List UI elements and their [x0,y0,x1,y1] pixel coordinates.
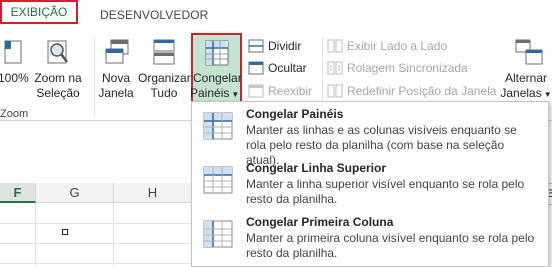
column-header-f[interactable]: F [0,183,36,203]
split-button[interactable]: Dividir [248,37,301,55]
switch-windows-label-1: Alternar [504,71,548,85]
reset-window-label: Redefinir Posição da Janela [347,84,497,98]
arrange-all-label-2: Tudo [150,86,178,100]
split-label: Dividir [268,39,302,53]
new-window-label-1: Nova [101,71,130,85]
freeze-panes-label-2: Painéis [190,86,230,100]
reset-window-icon [327,84,343,98]
gridline [0,243,192,244]
freeze-panes-label-2-wrap: Painéis ▼ [190,86,240,102]
view-side-by-side-button[interactable]: Exibir Lado a Lado [327,37,447,55]
group-zoom-label: Zoom [0,108,29,120]
zoom-100-label: 100% [0,71,29,85]
gridline [0,263,192,264]
zoom-selection-label-2: Seleção [36,86,80,100]
chevron-down-icon: ▼ [543,90,552,99]
tab-desenvolvedor[interactable]: DESENVOLVEDOR [100,8,208,22]
side-by-side-label: Exibir Lado a Lado [347,39,448,53]
freeze-panes-label-1: Congelar [193,71,242,85]
unhide-label: Reexibir [268,84,313,98]
side-by-side-icon [327,39,343,53]
hide-window-icon [248,61,264,75]
gridline [0,223,192,224]
new-window-button[interactable]: Nova Janela [96,33,136,105]
sync-scroll-label: Rolagem Sincronizada [347,61,468,75]
reset-window-position-button[interactable]: Redefinir Posição da Janela [327,82,496,100]
switch-windows-button[interactable]: Alternar Janelas ▼ [500,33,552,105]
column-header-g[interactable]: G [36,183,114,203]
zoom-100-icon [4,40,22,64]
freeze-top-row-icon [203,166,233,194]
sync-scroll-button[interactable]: Rolagem Sincronizada [327,59,468,77]
menu-item-title: Congelar Primeira Coluna [246,215,394,229]
arrange-all-label-1: Organizar [138,71,191,85]
zoom-100-button[interactable]: 100% [0,33,29,105]
sync-scroll-icon [327,61,343,75]
chevron-down-icon: ▼ [231,90,240,99]
switch-windows-icon [515,39,543,65]
tab-desenvolvedor-label: DESENVOLVEDOR [100,8,209,22]
tab-exibicao[interactable]: EXIBIÇÃO [0,0,78,24]
group-separator [94,37,95,117]
hide-button[interactable]: Ocultar [248,59,307,77]
zoom-selection-label-1: Zoom na [34,71,82,85]
freeze-panes-button[interactable]: Congelar Painéis ▼ [190,33,242,106]
freeze-first-column-icon [203,220,233,248]
menu-item-freeze-first-column[interactable]: Congelar Primeira Coluna Manter a primei… [192,210,548,263]
column-header-g-label: G [69,185,80,200]
zoom-selection-icon [47,40,68,64]
column-header-h[interactable]: H [114,183,192,203]
gridline [35,203,36,266]
switch-windows-label-2-wrap: Janelas ▼ [500,86,552,102]
menu-item-freeze-top-row[interactable]: Congelar Linha Superior Manter a linha s… [192,156,548,209]
unhide-window-icon [248,84,264,98]
menu-item-description: Manter a linha superior visível enquanto… [246,177,525,206]
new-window-label-2: Janela [98,86,134,100]
new-window-icon [105,39,129,64]
ribbon-tabs: EXIBIÇÃO DESENVOLVEDOR [0,0,552,33]
hide-label: Ocultar [268,61,307,75]
menu-item-freeze-panes[interactable]: Congelar Painéis Manter as linhas e as c… [192,102,548,167]
arrange-all-icon [153,39,175,65]
column-header-f-label: F [13,185,22,200]
menu-item-title: Congelar Linha Superior [246,161,387,175]
freeze-panes-icon [203,112,233,140]
gridline [113,203,114,266]
cell-marker [62,229,68,235]
freeze-panes-icon [205,40,229,66]
menu-item-description: Manter a primeira coluna visível enquant… [246,231,535,260]
group-separator [322,37,323,107]
arrange-all-button[interactable]: Organizar Tudo [138,33,191,105]
freeze-panes-menu: Congelar Painéis Manter as linhas e as c… [191,101,549,267]
unhide-button[interactable]: Reexibir [248,82,312,100]
zoom-selection-button[interactable]: Zoom na Seleção [30,33,86,105]
menu-item-title: Congelar Painéis [246,107,344,121]
tab-exibicao-label: EXIBIÇÃO [10,5,68,19]
switch-windows-label-2: Janelas [500,86,542,100]
split-icon [248,39,264,53]
column-header-h-label: H [147,185,158,200]
